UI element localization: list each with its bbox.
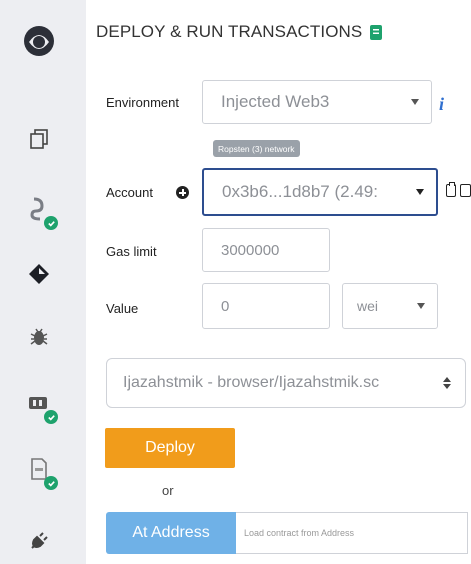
copy-address-icon[interactable] (460, 184, 471, 197)
contract-value: Ijazahstmik - browser/Ijazahstmik.sc (123, 374, 380, 391)
plugin-manager-icon[interactable] (18, 520, 60, 562)
contract-select[interactable]: Ijazahstmik - browser/Ijazahstmik.sc (106, 358, 466, 408)
at-address-button[interactable]: At Address (106, 512, 236, 554)
value-unit: wei (357, 298, 379, 314)
gas-limit-value: 3000000 (221, 241, 280, 259)
testing-icon[interactable] (18, 382, 60, 424)
add-account-icon[interactable] (176, 186, 189, 199)
environment-label: Environment (106, 95, 179, 110)
network-badge: Ropsten (3) network (213, 140, 300, 157)
testing-check-icon (44, 410, 58, 424)
file-explorer-icon[interactable] (18, 118, 60, 160)
gas-limit-label: Gas limit (106, 244, 157, 259)
value-amount: 0 (221, 297, 230, 315)
panel-header: DEPLOY & RUN TRANSACTIONS (96, 22, 383, 42)
account-label: Account (106, 185, 153, 200)
chevron-down-icon (416, 189, 424, 195)
gas-limit-input[interactable]: 3000000 (202, 228, 330, 272)
value-input[interactable]: 0 (202, 283, 330, 329)
documentation-icon[interactable] (370, 24, 383, 40)
compiler-check-icon (44, 216, 58, 230)
info-icon[interactable]: i (439, 94, 444, 115)
chevron-down-icon (417, 303, 425, 309)
analysis-check-icon (44, 476, 58, 490)
icon-sidebar (0, 0, 86, 564)
chevron-down-icon (411, 99, 419, 105)
debugger-icon[interactable] (18, 316, 60, 358)
copy-icon[interactable] (446, 182, 456, 197)
value-unit-select[interactable]: wei (342, 283, 438, 329)
at-address-placeholder: Load contract from Address (244, 528, 355, 538)
deploy-run-icon[interactable] (18, 253, 60, 295)
at-address-input[interactable]: Load contract from Address (236, 512, 468, 554)
environment-select[interactable]: Injected Web3 (202, 80, 432, 124)
environment-value: Injected Web3 (221, 92, 330, 111)
remix-logo-icon[interactable] (18, 20, 60, 62)
or-label: or (162, 483, 174, 498)
analysis-icon[interactable] (18, 448, 60, 490)
compiler-icon[interactable] (18, 188, 60, 230)
value-label: Value (106, 301, 139, 316)
select-arrows-icon (443, 377, 451, 389)
page-title: DEPLOY & RUN TRANSACTIONS (96, 22, 363, 41)
account-value: 0x3b6...1d8b7 (2.49: (222, 182, 378, 201)
account-select[interactable]: 0x3b6...1d8b7 (2.49: (202, 168, 438, 216)
deploy-button[interactable]: Deploy (105, 428, 235, 468)
